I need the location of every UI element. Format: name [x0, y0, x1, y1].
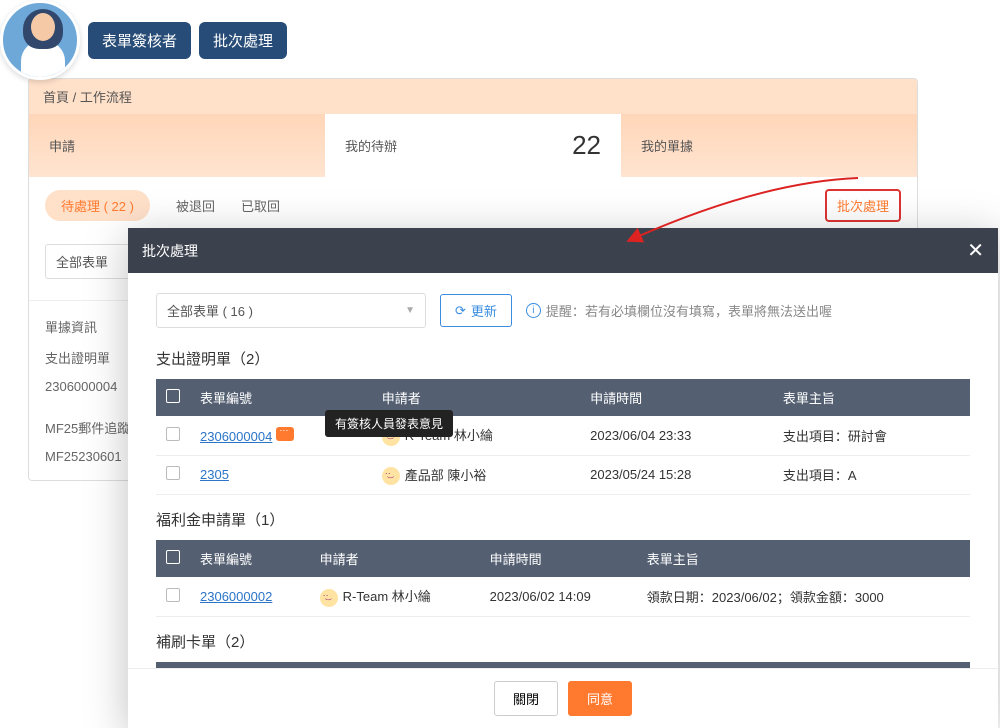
- subtab-returned[interactable]: 被退回: [176, 196, 215, 215]
- subject: 支出項目：A: [773, 455, 970, 495]
- modal-header: 批次處理 ✕: [128, 228, 998, 273]
- tab-apply[interactable]: 申請: [29, 114, 325, 177]
- applicant: 產品部 陳小裕: [405, 468, 487, 483]
- table-row: 2306000002 R-Team 林小綸 2023/06/02 14:09 領…: [156, 577, 970, 616]
- subtabs: 待處理 ( 22 ) 被退回 已取回 批次處理: [29, 177, 917, 234]
- th-time: 申請時間: [480, 540, 637, 577]
- breadcrumb: 首頁 / 工作流程: [29, 79, 917, 114]
- subject: 支出項目：研討會: [773, 416, 970, 455]
- section-title: 補刷卡單（2）: [156, 631, 970, 652]
- close-icon[interactable]: ✕: [967, 238, 984, 263]
- modal-footer: 關閉 同意: [128, 668, 998, 728]
- todo-count: 22: [572, 130, 601, 161]
- table: 表單編號 申請者 申請時間 表單主旨 2306000002 R-Team 林小綸…: [156, 540, 970, 617]
- apply-time: 2023/06/04 23:33: [580, 416, 773, 455]
- th-subject: 表單主旨: [773, 379, 970, 416]
- comment-icon: [276, 427, 294, 441]
- tooltip: 有簽核人員發表意見: [325, 410, 453, 437]
- section-title: 福利金申請單（1）: [156, 509, 970, 530]
- chevron-down-icon: ▼: [405, 305, 415, 316]
- th-no: 表單編號: [190, 540, 310, 577]
- avatar-icon: [320, 589, 338, 607]
- th-applicant: 申請者: [310, 540, 480, 577]
- apply-time: 2023/05/24 15:28: [580, 455, 773, 495]
- th-time: 申請時間: [580, 379, 773, 416]
- tab-mine[interactable]: 我的單據: [621, 114, 917, 177]
- apply-time: 2023/06/02 14:09: [480, 577, 637, 616]
- reminder: i提醒：若有必填欄位沒有填寫，表單將無法送出喔: [526, 301, 832, 320]
- th-checkbox[interactable]: [156, 540, 190, 577]
- form-link[interactable]: 2306000004: [200, 429, 272, 444]
- batch-button[interactable]: 批次處理: [825, 189, 901, 222]
- info-icon: i: [526, 303, 541, 318]
- table-row: 2306000004 R-Team 林小綸 2023/06/04 23:33 支…: [156, 416, 970, 455]
- subtab-canceled[interactable]: 已取回: [241, 196, 280, 215]
- subject: 領款日期：2023/06/02；領款金額：3000: [637, 577, 970, 616]
- hero: 表單簽核者 批次處理: [0, 0, 287, 80]
- table: 表單編號 申請者 申請時間 表單主旨 2306000004 R-Team 林小綸…: [156, 379, 970, 495]
- th-subject: 表單主旨: [637, 540, 970, 577]
- avatar: [0, 0, 80, 80]
- row-checkbox[interactable]: [166, 427, 180, 441]
- th-checkbox[interactable]: [156, 379, 190, 416]
- refresh-button[interactable]: ⟳更新: [440, 294, 512, 327]
- tabs: 申請 我的待辦 22 我的單據: [29, 114, 917, 177]
- row-checkbox[interactable]: [166, 466, 180, 480]
- form-link[interactable]: 2306000002: [200, 589, 272, 604]
- action-badge: 批次處理: [199, 22, 287, 59]
- avatar-icon: [382, 467, 400, 485]
- table-row: 2305 產品部 陳小裕 2023/05/24 15:28 支出項目：A: [156, 455, 970, 495]
- section-title: 支出證明單（2）: [156, 348, 970, 369]
- subtab-pending[interactable]: 待處理 ( 22 ): [45, 190, 150, 221]
- modal-title: 批次處理: [142, 241, 198, 261]
- agree-button[interactable]: 同意: [568, 681, 632, 716]
- applicant: R-Team 林小綸: [343, 589, 431, 604]
- role-badge: 表單簽核者: [88, 22, 191, 59]
- modal-form-select[interactable]: 全部表單 ( 16 )▼: [156, 293, 426, 328]
- form-link[interactable]: 2305: [200, 467, 229, 482]
- close-button[interactable]: 關閉: [494, 681, 558, 716]
- row-checkbox[interactable]: [166, 588, 180, 602]
- modal-body: 全部表單 ( 16 )▼ ⟳更新 i提醒：若有必填欄位沒有填寫，表單將無法送出喔…: [128, 273, 998, 668]
- tab-todo[interactable]: 我的待辦 22: [325, 114, 621, 177]
- batch-modal: 批次處理 ✕ 全部表單 ( 16 )▼ ⟳更新 i提醒：若有必填欄位沒有填寫，表…: [128, 228, 998, 728]
